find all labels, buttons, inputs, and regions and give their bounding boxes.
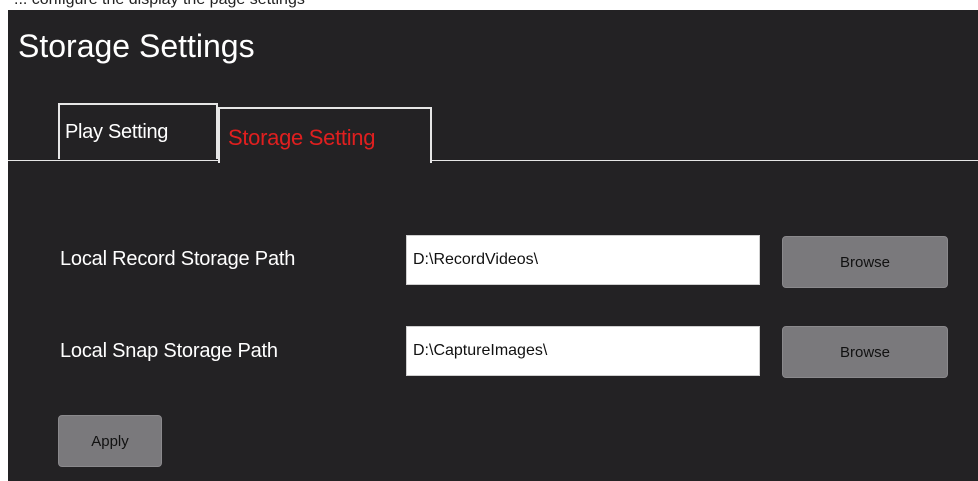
snap-path-input[interactable]: [406, 326, 760, 376]
record-path-label: Local Record Storage Path: [60, 248, 296, 270]
snap-path-label: Local Snap Storage Path: [60, 340, 278, 362]
caption-strip: ... configure the display the page setti…: [0, 0, 978, 10]
tab-divider: [8, 160, 978, 161]
record-browse-button[interactable]: Browse: [782, 236, 948, 288]
storage-settings-panel: Storage Settings Play Setting Storage Se…: [8, 10, 978, 481]
page-caption: ... configure the display the page setti…: [14, 0, 305, 9]
snap-browse-button[interactable]: Browse: [782, 326, 948, 378]
record-path-input[interactable]: [406, 235, 760, 285]
tab-storage-setting-label: Storage Setting: [228, 125, 376, 150]
tab-play-setting-label: Play Setting: [65, 121, 169, 143]
page-title: Storage Settings: [18, 28, 255, 64]
tab-storage-setting[interactable]: Storage Setting: [218, 107, 432, 163]
tab-play-setting[interactable]: Play Setting: [58, 103, 218, 159]
apply-button[interactable]: Apply: [58, 415, 162, 467]
